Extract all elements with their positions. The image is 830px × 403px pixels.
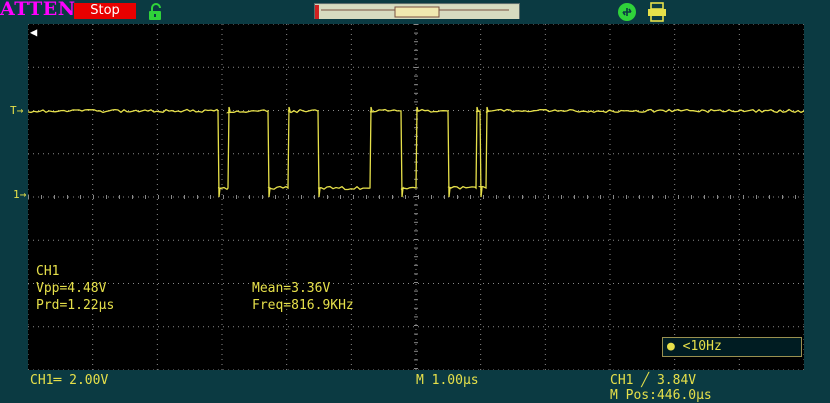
ch1-ground-marker: 1→ — [13, 188, 31, 201]
ch1-vertical-scale[interactable]: CH1═ 2.00V — [30, 373, 108, 388]
measure-period: Prd=1.22μs — [36, 298, 114, 313]
brand-logo: ATTEN — [0, 0, 76, 20]
frequency-counter: ● <10Hz — [662, 337, 802, 357]
measure-vpp: Vpp=4.48V — [36, 281, 106, 296]
trigger-setting[interactable]: CH1 ╱ 3.84V — [610, 373, 696, 388]
trigger-position-icon: ◀ — [30, 25, 37, 39]
measure-channel: CH1 — [36, 264, 59, 279]
graticule — [28, 24, 804, 370]
timebase-overview-bar[interactable] — [314, 3, 520, 19]
counter-icon: ● — [667, 338, 675, 356]
horizontal-timebase[interactable]: M 1.00μs — [416, 373, 479, 388]
printer-icon — [646, 2, 668, 22]
lock-icon — [146, 3, 164, 21]
measure-frequency: Freq=816.9KHz — [252, 298, 354, 313]
run-state-badge[interactable]: Stop — [74, 3, 136, 19]
ch1-waveform-trace — [28, 107, 804, 197]
frequency-counter-value: <10Hz — [683, 339, 722, 354]
horizontal-position[interactable]: M Pos:446.0μs — [610, 388, 712, 403]
trigger-level-marker: T→ — [10, 104, 28, 117]
measure-mean: Mean=3.36V — [252, 281, 330, 296]
usb-icon — [616, 2, 638, 22]
